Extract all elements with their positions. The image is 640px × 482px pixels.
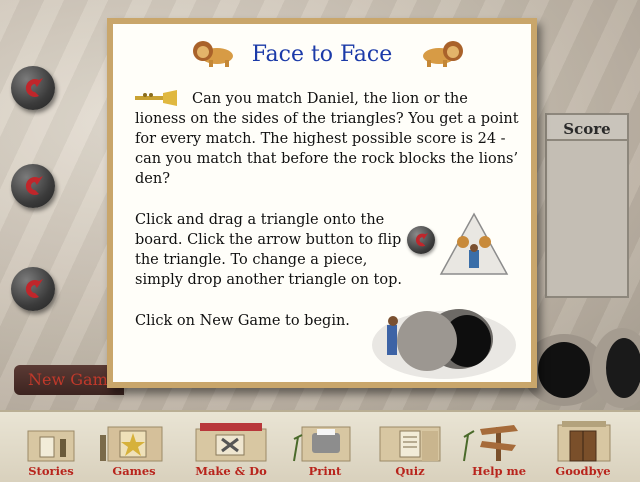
instructions-paragraph-2: Click and drag a triangle onto the board… <box>135 212 402 288</box>
rotate-arrow-icon <box>25 279 43 298</box>
goodbye-building-icon <box>557 421 611 462</box>
flip-arrow-button <box>407 226 435 254</box>
nav-label: Make & Do <box>195 464 267 478</box>
signpost-icon <box>463 425 518 462</box>
nav-label: Quiz <box>395 464 425 478</box>
instructions-paragraph-1: Can you match Daniel, the lion or the li… <box>135 91 519 187</box>
rotate-arrow-icon <box>415 232 429 247</box>
make-and-do-building-icon <box>195 423 267 462</box>
rotate-arrow-icon <box>25 78 43 97</box>
nav-label: Help me <box>471 464 527 478</box>
rotate-arrow-button-2[interactable] <box>11 164 55 208</box>
lion-icon <box>423 41 463 67</box>
instructions-dialog: Face to Face Can you match Daniel, the l… <box>107 18 537 388</box>
stone-tomb-icon <box>372 309 516 379</box>
instructions-paragraph-3: Click on New Game to begin. <box>135 313 350 329</box>
dialog-content: Face to Face Can you match Daniel, the l… <box>113 24 531 382</box>
quiz-building-icon <box>379 426 441 462</box>
nav-label: Games <box>112 464 156 478</box>
nav-games[interactable]: Games <box>98 412 170 482</box>
stories-building-icon <box>27 430 75 462</box>
nav-goodbye[interactable]: Goodbye <box>548 412 618 482</box>
nav-print[interactable]: Print <box>290 412 360 482</box>
dialog-title: Face to Face <box>251 42 393 67</box>
nav-label: Goodbye <box>555 464 611 478</box>
bottom-navigation: Stories Games Make & Do Print Quiz Help … <box>0 410 640 482</box>
games-building-icon <box>100 426 163 462</box>
rotate-arrow-button-3[interactable] <box>11 267 55 311</box>
nav-make-and-do[interactable]: Make & Do <box>190 412 272 482</box>
rotate-arrow-icon <box>25 176 43 195</box>
triangle-piece-icon <box>439 212 509 275</box>
print-building-icon <box>293 426 351 462</box>
lions-den-rock <box>524 328 640 408</box>
nav-quiz[interactable]: Quiz <box>372 412 448 482</box>
rotate-arrow-button-1[interactable] <box>11 66 55 110</box>
score-label: Score <box>545 113 629 141</box>
nav-help-me[interactable]: Help me <box>458 412 540 482</box>
nav-label: Print <box>308 464 342 478</box>
nav-label: Stories <box>28 464 74 478</box>
nav-stories[interactable]: Stories <box>20 412 82 482</box>
